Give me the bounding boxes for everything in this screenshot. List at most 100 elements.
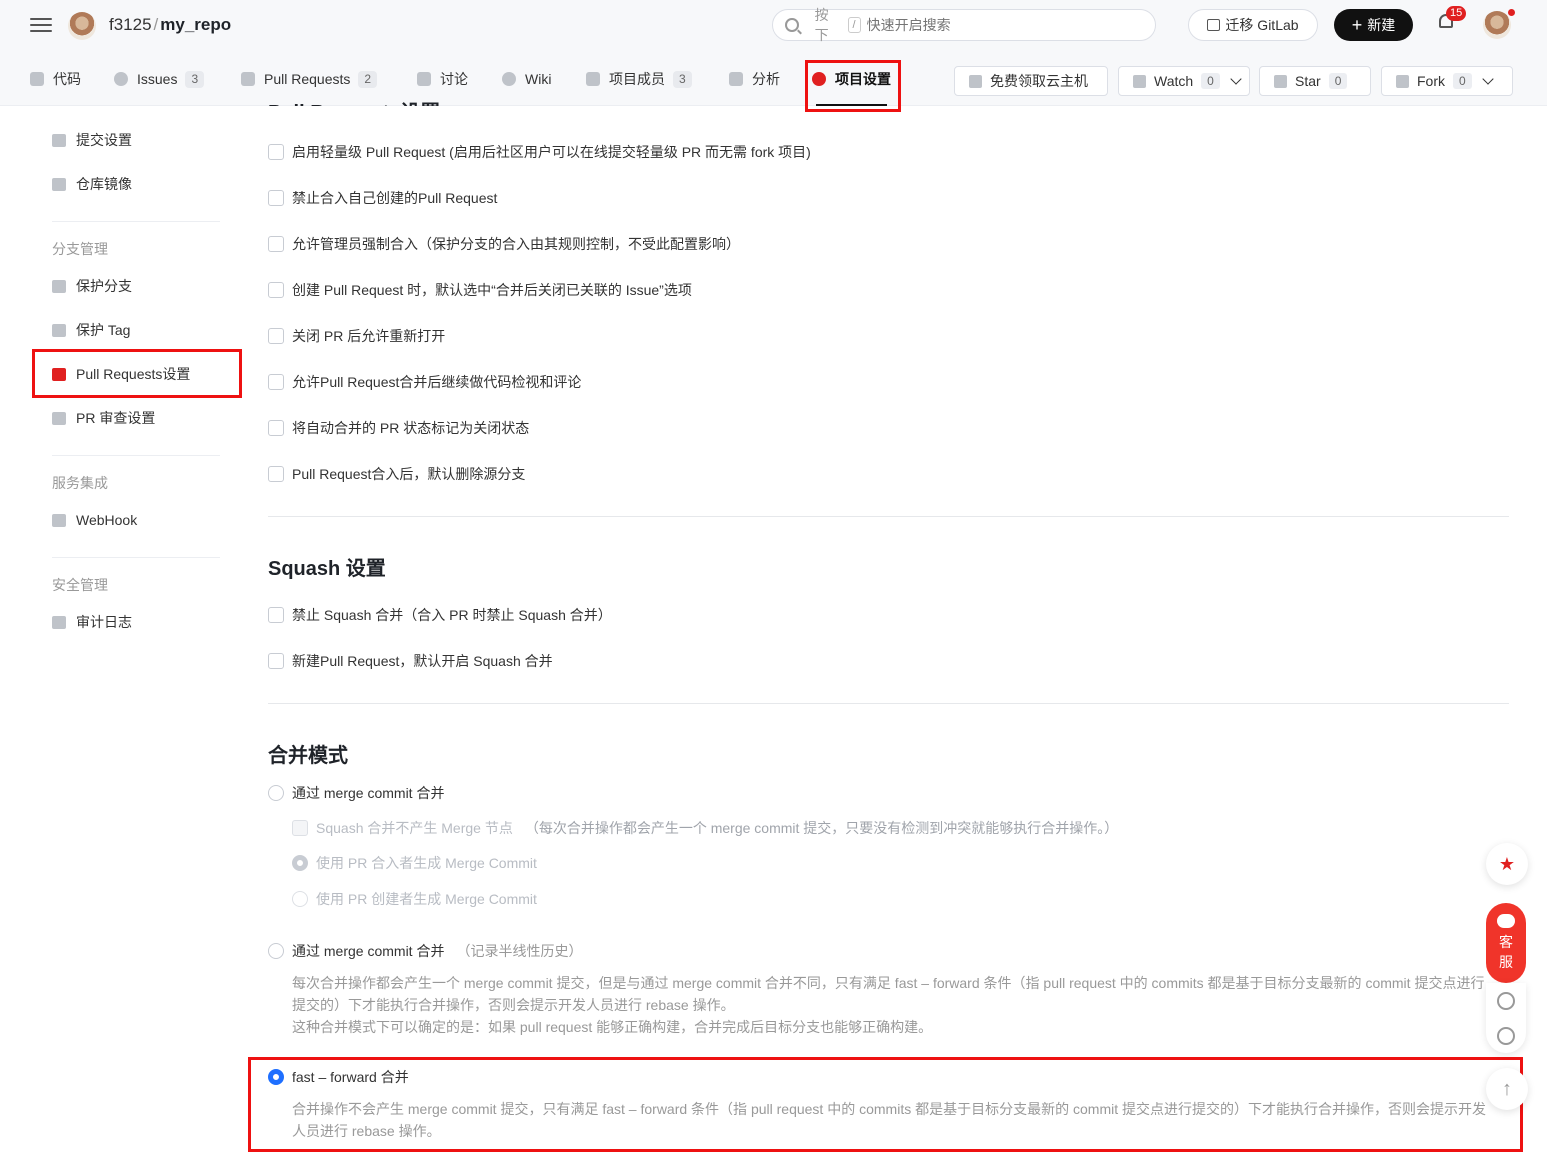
hamburger-menu-icon[interactable]	[30, 14, 52, 36]
sidebar-item-label: PR 审查设置	[76, 410, 156, 426]
checkbox-row-squash-no-merge-node[interactable]: Squash 合并不产生 Merge 节点 （每次合并操作都会产生一个 merge…	[292, 818, 1118, 838]
sidebar-item-webhook[interactable]: WebHook	[52, 509, 137, 531]
checkbox-row-review-after-merge[interactable]: 允许Pull Request合并后继续做代码检视和评论	[268, 372, 581, 392]
user-avatar[interactable]	[1483, 9, 1515, 39]
sidebar-item-protect-branch[interactable]: 保护分支	[52, 275, 132, 297]
wiki-icon	[502, 72, 516, 86]
sidebar-item-label: 提交设置	[76, 132, 132, 148]
checkbox-row-admin-force-merge[interactable]: 允许管理员强制合入（保护分支的合入由其规则控制，不受此配置影响）	[268, 234, 740, 254]
trophy-icon[interactable]: ★	[1486, 843, 1528, 885]
tab-wiki[interactable]: Wiki	[502, 52, 551, 106]
tag-icon	[52, 133, 66, 147]
radio-label: 通过 merge commit 合并	[292, 943, 445, 959]
checkbox-row-auto-merge-closed[interactable]: 将自动合并的 PR 状态标记为关闭状态	[268, 418, 529, 438]
checkbox[interactable]	[268, 282, 284, 298]
star-label: Star	[1295, 73, 1321, 89]
refresh-icon[interactable]	[1497, 991, 1515, 1010]
service-label: 客	[1499, 934, 1513, 950]
sidebar-item-label: 保护分支	[76, 278, 132, 294]
cloud-label: 免费领取云主机	[990, 73, 1088, 89]
checkbox[interactable]	[268, 420, 284, 436]
checkbox-row-close-linked-issue[interactable]: 创建 Pull Request 时，默认选中“合并后关闭已关联的 Issue”选…	[268, 280, 692, 300]
eye-icon	[1133, 74, 1146, 88]
sidebar-item-label: 保护 Tag	[76, 322, 131, 338]
tab-count-badge: 3	[185, 70, 205, 88]
search-box[interactable]: 按下 /	[772, 7, 1156, 43]
back-to-top-icon[interactable]: ↑	[1486, 1068, 1528, 1110]
tab-analysis[interactable]: 分析	[729, 52, 780, 106]
checkbox[interactable]	[268, 607, 284, 623]
radio-row-merge-commit[interactable]: 通过 merge commit 合并	[268, 783, 444, 803]
watch-button[interactable]: Watch 0	[1118, 66, 1250, 96]
description-line: 这种合并模式下可以确定的是：如果 pull request 能够正确构建，合并完…	[292, 1019, 933, 1035]
checkbox-row-lightweight-pr[interactable]: 启用轻量级 Pull Request (启用后社区用户可以在线提交轻量级 PR …	[268, 142, 811, 162]
bell-icon[interactable]: 15	[1437, 6, 1467, 34]
watch-label: Watch	[1154, 73, 1194, 89]
checkbox-row-forbid-self-merge[interactable]: 禁止合入自己创建的Pull Request	[268, 188, 497, 208]
section-divider	[268, 516, 1509, 517]
migrate-gitlab-button[interactable]: 迁移 GitLab	[1188, 9, 1318, 41]
mirror-icon	[52, 177, 66, 191]
radio-row-semi-linear[interactable]: 通过 merge commit 合并 （记录半线性历史）	[268, 941, 582, 961]
description-line: 每次合并操作都会产生一个 merge commit 提交，但是与通过 merge…	[292, 975, 1485, 1013]
checkbox-label: 允许Pull Request合并后继续做代码检视和评论	[292, 374, 582, 390]
sidebar-item-label: WebHook	[76, 512, 138, 528]
search-hint-key: 按下	[814, 7, 829, 43]
radio-button[interactable]	[292, 855, 308, 871]
sidebar-item-audit-log[interactable]: 审计日志	[52, 611, 132, 633]
new-button[interactable]: + 新建	[1334, 9, 1413, 41]
notification-badge: 15	[1446, 6, 1467, 21]
checkbox-row-default-squash[interactable]: 新建Pull Request，默认开启 Squash 合并	[268, 651, 553, 671]
radio-hint: （记录半线性历史）	[456, 943, 583, 959]
fork-count: 0	[1453, 73, 1472, 89]
free-cloud-host-button[interactable]: 免费领取云主机	[954, 66, 1108, 96]
checkbox-label: 启用轻量级 Pull Request (启用后社区用户可以在线提交轻量级 PR …	[292, 144, 811, 160]
tab-code[interactable]: 代码	[30, 52, 81, 106]
radio-row-merger-commit[interactable]: 使用 PR 合入者生成 Merge Commit	[292, 853, 537, 873]
radio-button[interactable]	[268, 785, 284, 801]
smile-icon[interactable]	[1497, 1026, 1515, 1045]
checkbox[interactable]	[268, 190, 284, 206]
fork-button[interactable]: Fork 0	[1381, 66, 1513, 96]
star-icon	[1274, 74, 1287, 88]
tag-icon	[52, 323, 66, 337]
checkbox-label: 允许管理员强制合入（保护分支的合入由其规则控制，不受此配置影响）	[292, 236, 740, 252]
checkbox-label: 将自动合并的 PR 状态标记为关闭状态	[292, 420, 530, 436]
watch-count: 0	[1201, 73, 1220, 89]
checkbox[interactable]	[268, 144, 284, 160]
radio-label: 使用 PR 合入者生成 Merge Commit	[316, 855, 537, 871]
radio-button[interactable]	[292, 891, 308, 907]
highlight-box-settings-tab	[805, 60, 901, 112]
sidebar-item-pr-review-settings[interactable]: PR 审查设置	[52, 407, 155, 429]
checkbox-row-forbid-squash[interactable]: 禁止 Squash 合并（合入 PR 时禁止 Squash 合并）	[268, 605, 612, 625]
checkbox[interactable]	[268, 466, 284, 482]
checkbox[interactable]	[268, 374, 284, 390]
sidebar-item-repo-mirror[interactable]: 仓库镜像	[52, 173, 132, 195]
radio-row-creator-commit[interactable]: 使用 PR 创建者生成 Merge Commit	[292, 889, 537, 909]
import-icon	[1207, 19, 1221, 31]
sidebar-item-protect-tag[interactable]: 保护 Tag	[52, 319, 130, 341]
checkbox-row-delete-source-branch[interactable]: Pull Request合入后，默认删除源分支	[268, 464, 525, 484]
radio-button[interactable]	[268, 943, 284, 959]
sidebar-group-security: 安全管理	[52, 577, 108, 593]
owner-link[interactable]: f3125	[109, 15, 152, 34]
repo-avatar[interactable]	[68, 12, 96, 40]
tab-issues[interactable]: Issues 3	[114, 52, 205, 106]
settings-sidebar	[0, 106, 248, 1164]
search-input[interactable]	[866, 17, 1155, 33]
tab-label: 代码	[53, 71, 81, 87]
sidebar-item-label: 仓库镜像	[76, 176, 132, 192]
star-button[interactable]: Star 0	[1259, 66, 1371, 96]
tab-label: 分析	[752, 71, 780, 87]
tab-members[interactable]: 项目成员 3	[586, 52, 692, 106]
repo-name-link[interactable]: my_repo	[160, 15, 231, 34]
checkbox[interactable]	[268, 328, 284, 344]
checkbox[interactable]	[292, 820, 308, 836]
tab-label: Issues	[137, 71, 178, 87]
sidebar-item-commit-settings[interactable]: 提交设置	[52, 129, 132, 151]
checkbox-row-reopen-pr[interactable]: 关闭 PR 后允许重新打开	[268, 326, 445, 346]
customer-service-button[interactable]: 客 服	[1486, 903, 1526, 983]
checkbox[interactable]	[268, 653, 284, 669]
checkbox[interactable]	[268, 236, 284, 252]
migrate-gitlab-label: 迁移 GitLab	[1225, 17, 1299, 33]
